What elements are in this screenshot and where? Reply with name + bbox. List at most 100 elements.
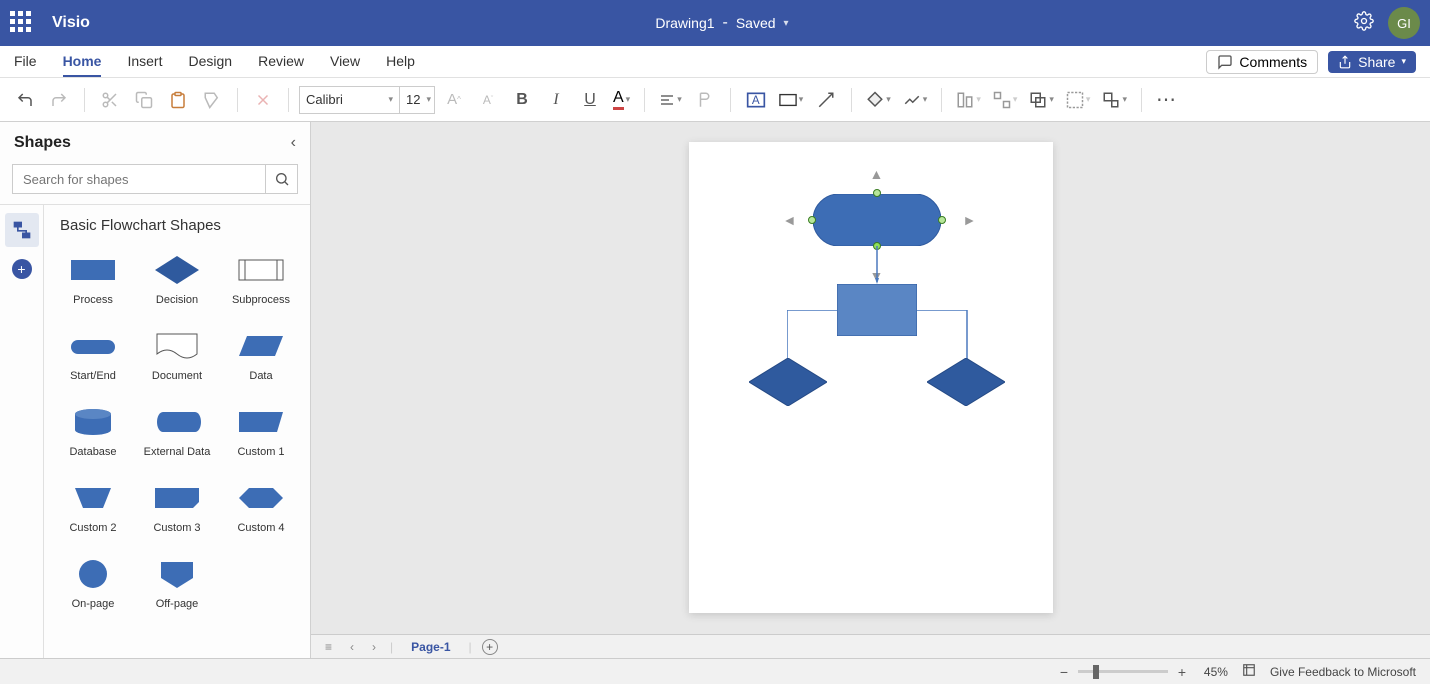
menu-review[interactable]: Review bbox=[258, 46, 304, 77]
add-page-button[interactable]: + bbox=[482, 639, 498, 655]
shapes-panel-title: Shapes bbox=[14, 134, 71, 152]
shape-item-custom3[interactable]: Custom 3 bbox=[136, 476, 218, 538]
paste-button[interactable] bbox=[163, 85, 193, 115]
app-launcher-icon[interactable] bbox=[10, 11, 34, 35]
shape-item-decision[interactable]: Decision bbox=[136, 248, 218, 310]
menu-bar: File Home Insert Design Review View Help… bbox=[0, 46, 1430, 78]
canvas-shape-startend[interactable] bbox=[813, 194, 941, 251]
increase-font-button[interactable]: A^ bbox=[439, 85, 469, 115]
menu-view[interactable]: View bbox=[330, 46, 360, 77]
bold-button[interactable]: B bbox=[507, 85, 537, 115]
decrease-font-button[interactable]: Aˇ bbox=[473, 85, 503, 115]
custom3-icon bbox=[153, 480, 201, 516]
arrange-button[interactable]: ▾ bbox=[1025, 85, 1058, 115]
fit-page-button[interactable] bbox=[1242, 663, 1256, 680]
menu-design[interactable]: Design bbox=[188, 46, 232, 77]
format-painter-button[interactable] bbox=[197, 85, 227, 115]
app-name: Visio bbox=[52, 14, 90, 32]
shape-style-button[interactable]: ▾ bbox=[775, 85, 808, 115]
cut-button[interactable] bbox=[95, 85, 125, 115]
page-tab-1[interactable]: Page-1 bbox=[403, 640, 458, 654]
change-shape-button[interactable]: ▾ bbox=[1098, 85, 1131, 115]
autoconnect-arrow-up[interactable]: ▲ bbox=[870, 166, 884, 182]
group-button[interactable]: ▾ bbox=[1062, 85, 1095, 115]
redo-button[interactable] bbox=[44, 85, 74, 115]
shape-item-custom2[interactable]: Custom 2 bbox=[52, 476, 134, 538]
shape-item-onpage[interactable]: On-page bbox=[52, 552, 134, 614]
font-color-button[interactable]: A▾ bbox=[609, 85, 634, 115]
feedback-link[interactable]: Give Feedback to Microsoft bbox=[1270, 665, 1416, 679]
shape-item-database[interactable]: Database bbox=[52, 400, 134, 462]
database-icon bbox=[69, 404, 117, 440]
autoconnect-arrow-right[interactable]: ► bbox=[963, 212, 977, 228]
shapes-list: Basic Flowchart Shapes ProcessDecision Su… bbox=[44, 205, 310, 658]
font-size-select[interactable]: 12▾ bbox=[399, 86, 435, 114]
shape-item-offpage[interactable]: Off-page bbox=[136, 552, 218, 614]
shape-item-extdata[interactable]: External Data bbox=[136, 400, 218, 462]
settings-icon[interactable] bbox=[1354, 11, 1374, 36]
text-direction-button[interactable] bbox=[690, 85, 720, 115]
font-name-select[interactable]: Calibri▾ bbox=[299, 86, 399, 114]
extdata-icon bbox=[153, 404, 201, 440]
stencil-title: Basic Flowchart Shapes bbox=[52, 217, 302, 234]
data-icon bbox=[237, 328, 285, 364]
shape-item-custom1[interactable]: Custom 1 bbox=[220, 400, 302, 462]
shape-item-document[interactable]: Document bbox=[136, 324, 218, 386]
connector-button[interactable] bbox=[811, 85, 841, 115]
more-options-button[interactable]: ⋯ bbox=[1152, 85, 1182, 115]
shape-item-custom4[interactable]: Custom 4 bbox=[220, 476, 302, 538]
page-list-icon[interactable]: ≡ bbox=[321, 640, 336, 654]
selection-handle-left[interactable] bbox=[808, 216, 816, 224]
custom1-icon bbox=[237, 404, 285, 440]
document-icon bbox=[153, 328, 201, 364]
selection-handle-top[interactable] bbox=[873, 189, 881, 197]
add-stencil-button[interactable]: + bbox=[12, 259, 32, 279]
process-icon bbox=[69, 252, 117, 288]
document-name[interactable]: Drawing1 bbox=[655, 15, 714, 31]
zoom-percent[interactable]: 45% bbox=[1204, 665, 1228, 679]
zoom-slider-thumb[interactable] bbox=[1093, 665, 1099, 679]
selection-handle-right[interactable] bbox=[938, 216, 946, 224]
canvas-viewport[interactable]: ▲ ◄ ► ▼ bbox=[311, 122, 1430, 634]
align-shapes-button[interactable]: ▾ bbox=[952, 85, 985, 115]
fill-color-button[interactable]: ▾ bbox=[862, 85, 895, 115]
shape-item-process[interactable]: Process bbox=[52, 248, 134, 310]
canvas-shape-decision-left[interactable] bbox=[749, 358, 827, 411]
menu-file[interactable]: File bbox=[14, 46, 37, 77]
menu-help[interactable]: Help bbox=[386, 46, 415, 77]
copy-button[interactable] bbox=[129, 85, 159, 115]
next-page-button[interactable]: › bbox=[368, 640, 380, 654]
menu-insert[interactable]: Insert bbox=[127, 46, 162, 77]
delete-button[interactable] bbox=[248, 85, 278, 115]
underline-button[interactable]: U bbox=[575, 85, 605, 115]
comments-button[interactable]: Comments bbox=[1206, 50, 1318, 74]
title-dropdown-icon[interactable]: ▾ bbox=[784, 18, 789, 29]
shape-search bbox=[12, 164, 298, 194]
collapse-panel-icon[interactable]: ‹ bbox=[291, 134, 296, 152]
align-button[interactable]: ▾ bbox=[655, 85, 686, 115]
autoconnect-arrow-left[interactable]: ◄ bbox=[783, 212, 797, 228]
zoom-slider-track[interactable] bbox=[1078, 670, 1168, 673]
shape-search-input[interactable] bbox=[13, 165, 265, 193]
share-button[interactable]: Share ▾ bbox=[1328, 51, 1416, 73]
canvas-shape-decision-right[interactable] bbox=[927, 358, 1005, 411]
prev-page-button[interactable]: ‹ bbox=[346, 640, 358, 654]
italic-button[interactable]: I bbox=[541, 85, 571, 115]
canvas-connector-1[interactable] bbox=[875, 246, 879, 284]
shape-label: Subprocess bbox=[232, 294, 290, 306]
drawing-page[interactable]: ▲ ◄ ► ▼ bbox=[689, 142, 1053, 613]
shape-item-subprocess[interactable]: Subprocess bbox=[220, 248, 302, 310]
line-color-button[interactable]: ▾ bbox=[899, 85, 932, 115]
menu-home[interactable]: Home bbox=[63, 46, 102, 77]
offpage-icon bbox=[153, 556, 201, 592]
undo-button[interactable] bbox=[10, 85, 40, 115]
zoom-in-button[interactable]: + bbox=[1174, 664, 1190, 680]
stencil-tab-flowchart[interactable] bbox=[5, 213, 39, 247]
position-button[interactable]: ▾ bbox=[989, 85, 1022, 115]
search-button[interactable] bbox=[265, 165, 297, 193]
text-box-button[interactable]: A bbox=[741, 85, 771, 115]
shape-item-startend[interactable]: Start/End bbox=[52, 324, 134, 386]
shape-item-data[interactable]: Data bbox=[220, 324, 302, 386]
user-avatar[interactable]: GI bbox=[1388, 7, 1420, 39]
zoom-out-button[interactable]: − bbox=[1056, 664, 1072, 680]
